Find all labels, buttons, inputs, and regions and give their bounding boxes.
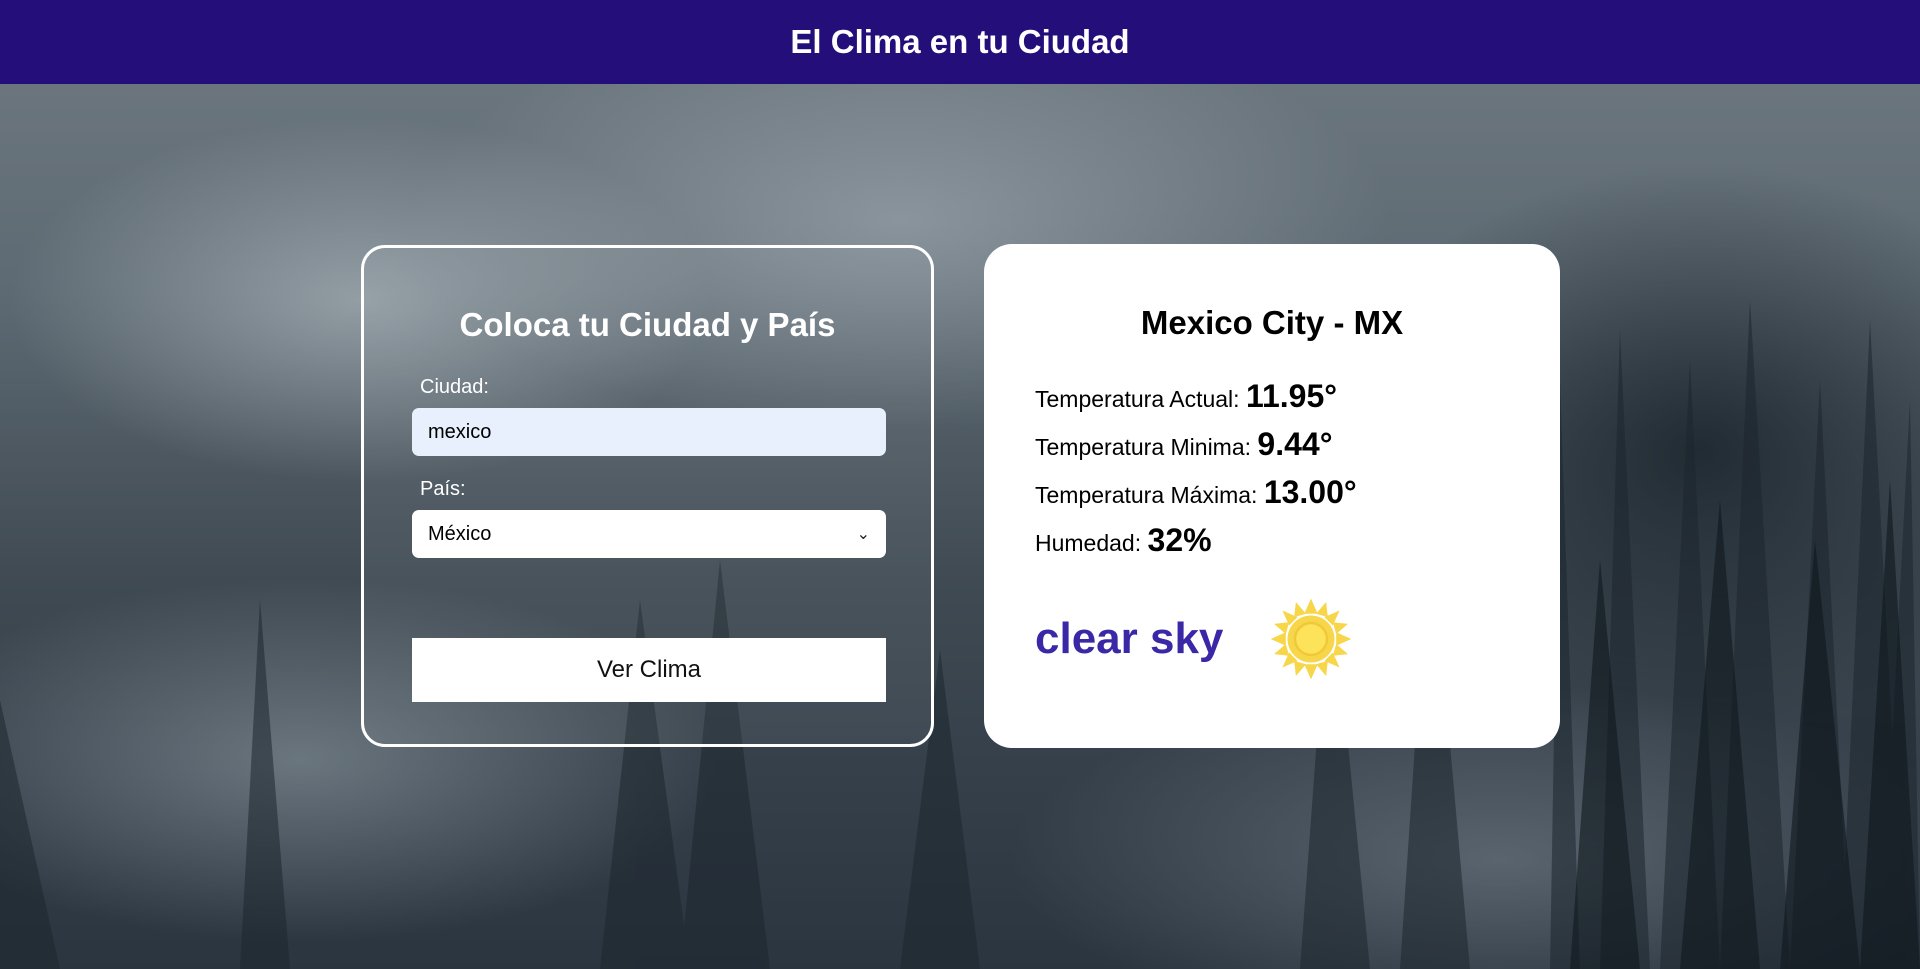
app-title: El Clima en tu Ciudad [790, 23, 1130, 60]
weather-description: clear sky [1035, 614, 1224, 663]
current-temp-value: 11.95° [1245, 378, 1338, 414]
country-select-value: México [428, 522, 492, 545]
forest-silhouette [0, 300, 1920, 969]
city-label: Ciudad: [420, 376, 489, 398]
country-label: País: [420, 478, 466, 500]
search-form-card: Coloca tu Ciudad y País Ciudad: mexico P… [361, 245, 934, 747]
weather-result-card: Mexico City - MX Temperatura Actual: 11.… [984, 244, 1560, 748]
humidity-value: 32% [1147, 522, 1212, 558]
max-temp-row: Temperatura Máxima: 13.00° [1035, 474, 1357, 511]
min-temp-value: 9.44° [1257, 426, 1333, 462]
max-temp-value: 13.00° [1263, 474, 1357, 510]
location-title: Mexico City - MX [1140, 304, 1404, 341]
max-temp-label: Temperatura Máxima: [1035, 482, 1258, 508]
min-temp-row: Temperatura Minima: 9.44° [1035, 426, 1333, 463]
sun-icon [1270, 598, 1352, 680]
humidity-row: Humedad: 32% [1035, 522, 1212, 559]
city-input[interactable]: mexico [412, 408, 886, 456]
chevron-down-icon: ⌄ [856, 526, 870, 543]
see-weather-button[interactable]: Ver Clima [412, 638, 886, 702]
country-select[interactable]: México ⌄ [412, 510, 886, 558]
humidity-label: Humedad: [1035, 530, 1142, 556]
min-temp-label: Temperatura Minima: [1035, 434, 1252, 460]
city-input-value: mexico [428, 420, 492, 443]
current-temp-label: Temperatura Actual: [1035, 386, 1240, 412]
current-temp-row: Temperatura Actual: 11.95° [1035, 378, 1337, 415]
app-header: El Clima en tu Ciudad [0, 0, 1920, 84]
form-title: Coloca tu Ciudad y País [459, 306, 836, 343]
